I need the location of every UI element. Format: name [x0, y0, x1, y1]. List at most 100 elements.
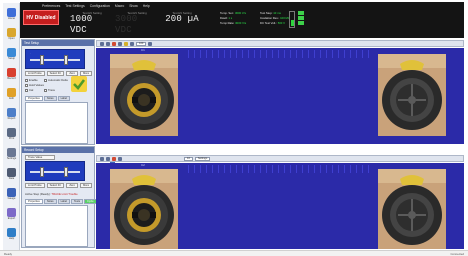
zoom-icon[interactable]	[124, 41, 128, 46]
btn-more[interactable]: More	[79, 183, 93, 188]
notes-area-2[interactable]	[25, 205, 88, 247]
value-field[interactable]: 10	[184, 156, 193, 161]
tool-record[interactable]: Record	[5, 67, 18, 80]
menu-item-preferences[interactable]: Preferences	[42, 4, 60, 8]
btn-limit-probe[interactable]: Limit Probe	[25, 183, 45, 188]
instrument-header: Preferences Test Settings Configuration Mac…	[20, 2, 464, 38]
snapshot-icon[interactable]	[118, 41, 122, 46]
tool-setup[interactable]: Setup	[5, 47, 18, 60]
image-viewer-2[interactable]: C2	[96, 163, 464, 249]
active-step-label: Active Step (Ready): TRACE Limit Trouble	[25, 192, 78, 196]
readout-2: Test HV Setting 200 µA	[160, 11, 204, 25]
tool-label: Setup	[8, 57, 15, 60]
tool-export[interactable]: Export	[5, 207, 18, 220]
slider-knob-high[interactable]	[64, 55, 68, 65]
tool-open[interactable]: Open	[5, 27, 18, 40]
readout-0: Test HV Setting 1000 VDC	[70, 11, 114, 35]
pass-check-icon	[71, 76, 87, 92]
tool-gauge[interactable]: Gauge	[5, 187, 18, 200]
tab-notes[interactable]: Notes	[43, 199, 57, 204]
notes-area[interactable]	[25, 102, 88, 144]
btn-select-fil-[interactable]: Select Fil.	[46, 183, 65, 188]
readout-1: Test HV Setting 3000 VDC	[115, 11, 159, 35]
tab-label[interactable]: Label	[57, 199, 70, 204]
setup-icon	[7, 48, 16, 57]
tool-label: Edit	[9, 97, 14, 100]
grid-icon[interactable]	[130, 41, 134, 46]
tool-edit[interactable]: Edit	[5, 87, 18, 100]
tab-properties[interactable]: Properties	[25, 199, 43, 204]
slider-knob-low-2[interactable]	[40, 167, 44, 177]
hv-disabled-button[interactable]: HV Disabled	[23, 10, 59, 25]
data-icon	[7, 168, 16, 177]
camera-image-right-2	[378, 169, 446, 249]
tool-label: Gauge	[7, 197, 16, 200]
camera-image-left-2	[110, 169, 178, 249]
tool-help[interactable]: Help	[5, 227, 18, 240]
panel-buttons-2: Limit Probe Select Fil. Zero More	[25, 183, 93, 188]
btn-zero[interactable]: Zero	[66, 183, 78, 188]
tool-label: Print	[8, 137, 15, 140]
camera-image-left	[110, 54, 178, 136]
zoom-field[interactable]: 100	[136, 41, 147, 46]
panel-title: Test Setup	[22, 40, 94, 46]
tool-report[interactable]: Report	[5, 107, 18, 120]
viewer-toolbar: 100	[96, 40, 464, 47]
viewer-title: C1	[141, 48, 145, 52]
check-cal[interactable]: Cal	[25, 88, 33, 92]
battery-indicator	[289, 11, 295, 28]
menu-item-configuration[interactable]: Configuration	[90, 4, 110, 8]
settings-icon[interactable]	[148, 41, 153, 46]
check-enable[interactable]: Enable	[25, 78, 38, 82]
tool-data[interactable]: Data	[5, 167, 18, 180]
panel-title-2: Record Setup	[22, 147, 94, 153]
back-icon-2[interactable]	[100, 156, 104, 161]
level-slider-2[interactable]	[25, 161, 85, 181]
print-icon	[7, 128, 16, 137]
tool-home[interactable]: Home	[5, 7, 18, 20]
check-hold-values[interactable]: Hold Values	[25, 83, 44, 87]
back-icon[interactable]	[100, 41, 104, 46]
record-icon-2[interactable]	[112, 156, 116, 161]
tool-label: Settings	[6, 157, 17, 160]
tool-settings[interactable]: Settings	[5, 147, 18, 160]
edit-icon	[7, 88, 16, 97]
menu-item-help[interactable]: Help	[143, 4, 150, 8]
status-gauges	[298, 11, 305, 31]
test-setup-panel: Test Setup · Limit Probe Select Fil. Zero M…	[21, 39, 115, 145]
tab-label[interactable]: Label	[57, 96, 70, 101]
check-automatic-delta[interactable]: Automatic Delta	[44, 78, 68, 82]
slider-knob-high-2[interactable]	[64, 167, 68, 177]
menu-item-test-settings[interactable]: Test Settings	[65, 4, 84, 8]
image-viewer-1[interactable]: C1	[96, 48, 464, 144]
slider-knob-low[interactable]	[40, 55, 44, 65]
readout-value: 1000 VDC	[70, 14, 93, 35]
panel-tabs-2: Properties Notes Label Tests Cycle	[25, 199, 97, 204]
forward-icon[interactable]	[106, 41, 110, 46]
snapshot-icon-2[interactable]	[118, 156, 122, 161]
tab-tests[interactable]: Tests	[70, 199, 84, 204]
open-icon	[7, 28, 16, 37]
tool-label: Help	[8, 237, 15, 240]
level-slider[interactable]: ·	[25, 49, 85, 69]
status-right: Connected	[450, 252, 464, 256]
help-icon	[7, 228, 16, 237]
tab-notes[interactable]: Notes	[43, 96, 57, 101]
tab-cycle[interactable]: Cycle	[84, 199, 97, 204]
tool-label: Export	[7, 217, 16, 220]
check-trace[interactable]: Trace	[44, 88, 55, 92]
forward-icon-2[interactable]	[106, 156, 110, 161]
menu-item-macro[interactable]: Macro	[115, 4, 124, 8]
settings-field[interactable]: Settings	[194, 156, 211, 161]
viewer-title-2: C2	[141, 163, 145, 167]
tool-print[interactable]: Print	[5, 127, 18, 140]
tab-properties[interactable]: Properties	[25, 96, 43, 101]
menu-bar: Preferences Test Settings Configuration Mac…	[20, 2, 464, 9]
menu-item-show[interactable]: Show	[129, 4, 137, 8]
record-icon[interactable]	[112, 41, 116, 46]
tool-label: Record	[7, 77, 16, 80]
tool-label: Report	[7, 117, 16, 120]
btn-select-fil-[interactable]: Select Fil.	[46, 71, 65, 76]
trace-value-field[interactable]: Trace Value	[25, 155, 55, 160]
btn-limit-probe[interactable]: Limit Probe	[25, 71, 45, 76]
